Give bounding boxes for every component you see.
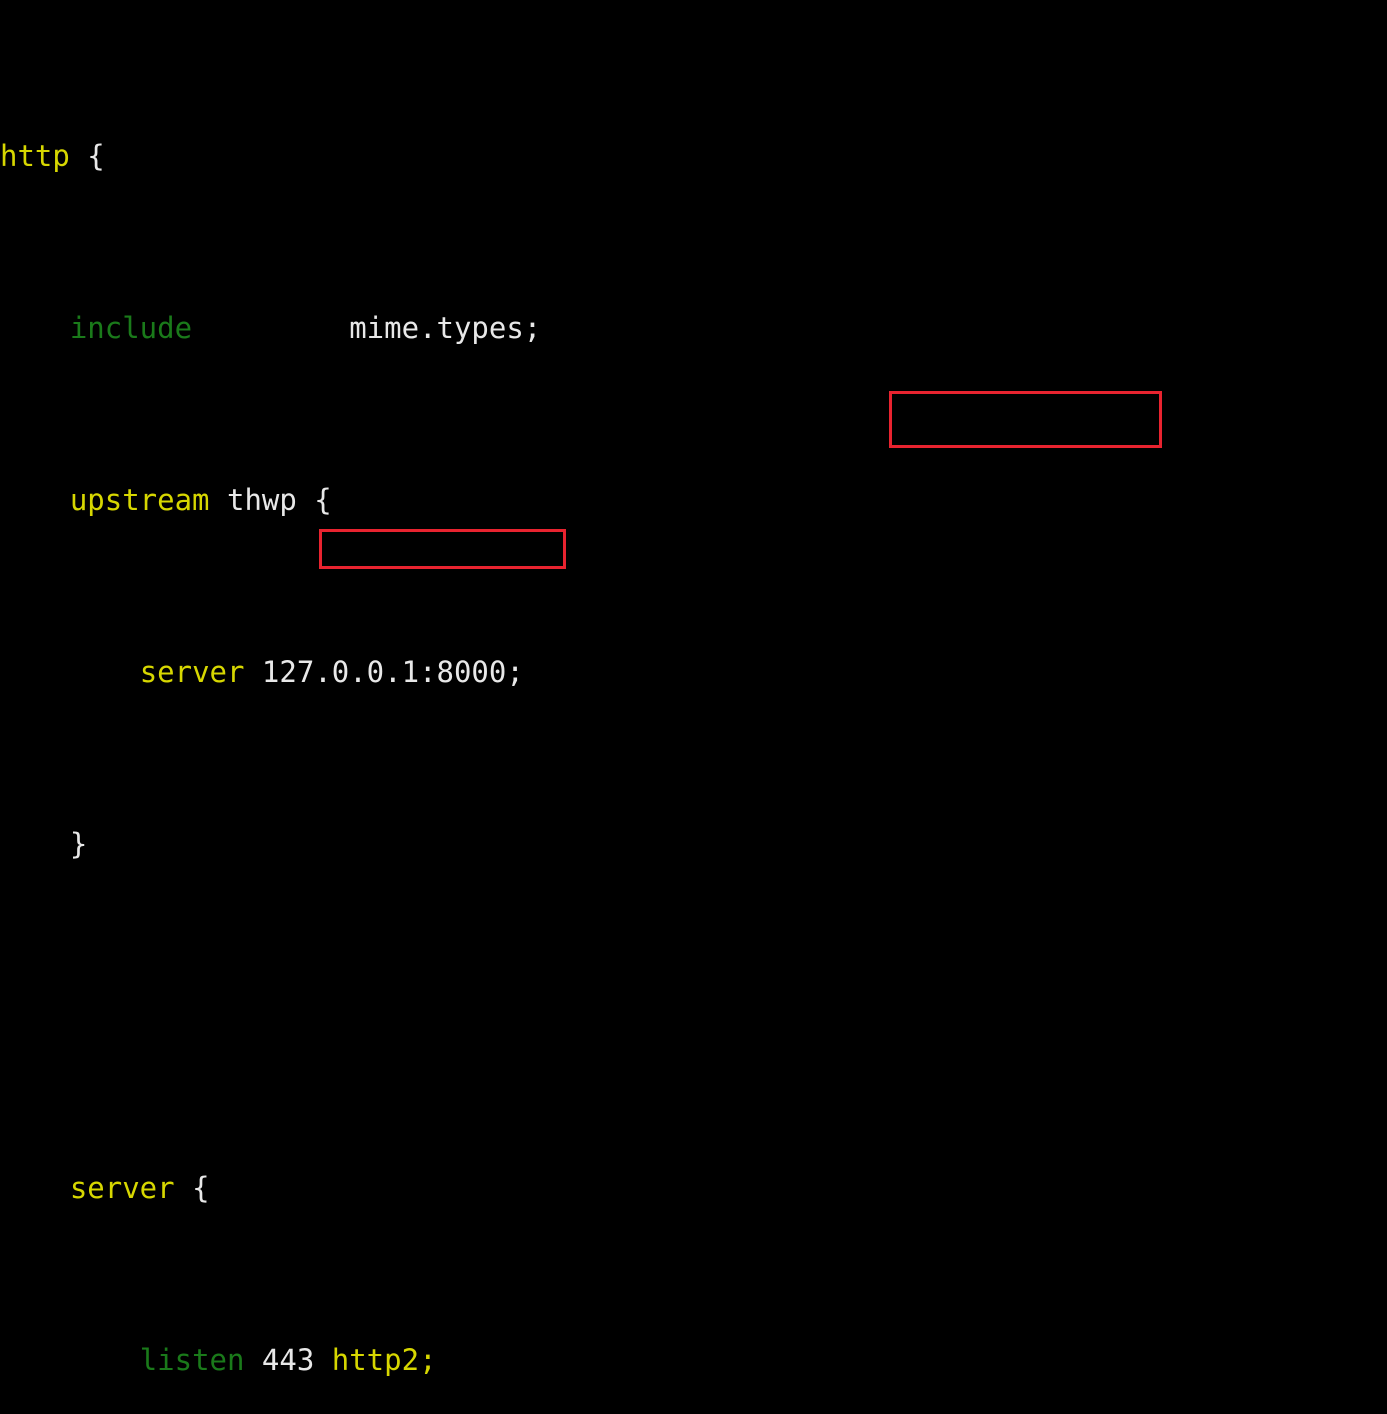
code-line-http-open: http { [0,135,1387,178]
token-listen-port: 443 [244,1343,332,1377]
token-listen-http2: http2; [331,1343,437,1377]
code-line-server-open: server { [0,1167,1387,1210]
token-include-keyword: include [69,311,193,345]
token-listen-keyword: listen [139,1343,245,1377]
code-block: http { include mime.types; upstream thwp… [0,6,1387,1414]
code-viewer: http { include mime.types; upstream thwp… [0,0,1387,1377]
token-http-keyword: http [0,139,70,173]
code-line-upstream-open: upstream thwp { [0,479,1387,522]
code-line-listen: listen 443 http2; [0,1339,1387,1382]
token-upstream-close-indent [0,827,70,861]
token-server-value: 127.0.0.1:8000; [244,655,524,689]
token-upstream-keyword: upstream [69,483,210,517]
token-listen-indent [0,1343,140,1377]
token-server-block-brace: { [174,1171,210,1205]
token-include-indent [0,311,70,345]
token-server-keyword: server [139,655,245,689]
token-server-block-indent [0,1171,70,1205]
token-include-value: mime.types; [192,311,542,345]
token-server-indent [0,655,140,689]
token-http-brace: { [69,139,105,173]
code-line-upstream-close: } [0,823,1387,866]
token-upstream-close-brace: } [69,827,88,861]
token-upstream-value: thwp { [209,483,332,517]
code-line-include: include mime.types; [0,307,1387,350]
code-line-upstream-server: server 127.0.0.1:8000; [0,651,1387,694]
token-upstream-indent [0,483,70,517]
token-server-block-keyword: server [69,1171,175,1205]
